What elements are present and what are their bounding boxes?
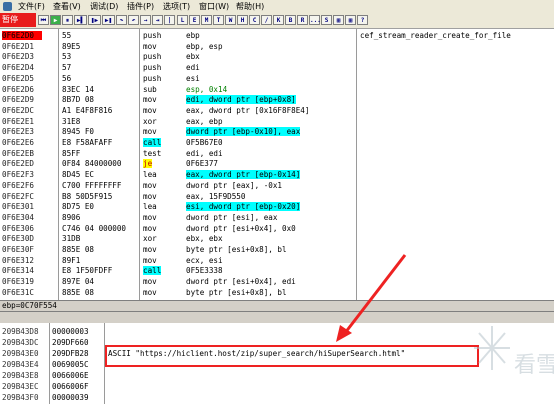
watermark-logo-icon: 看雪 (474, 326, 554, 378)
watermark-text: 看雪 (514, 353, 554, 378)
